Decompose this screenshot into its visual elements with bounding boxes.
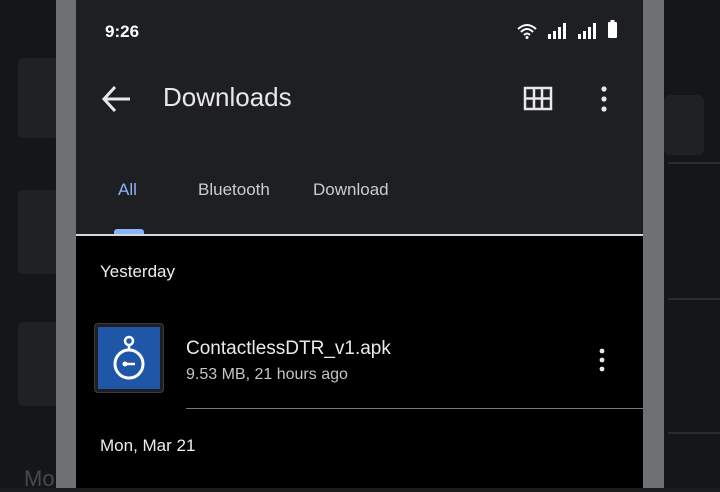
app-thumbnail bbox=[94, 323, 164, 393]
timer-app-icon bbox=[98, 327, 160, 389]
back-button[interactable] bbox=[98, 82, 138, 116]
file-meta: 9.53 MB, 21 hours ago bbox=[186, 366, 348, 383]
background-text: Mo bbox=[24, 466, 55, 491]
phone-bezel-right bbox=[643, 0, 664, 488]
signal-icon bbox=[578, 23, 596, 39]
grid-view-icon bbox=[523, 86, 553, 111]
section-heading-yesterday: Yesterday bbox=[100, 262, 175, 281]
status-icons bbox=[517, 20, 618, 39]
tab-divider bbox=[76, 234, 643, 236]
tab-download[interactable]: Download bbox=[313, 180, 389, 200]
file-name: ContactlessDTR_v1.apk bbox=[186, 338, 391, 359]
battery-icon bbox=[608, 20, 617, 38]
back-arrow-icon bbox=[101, 85, 130, 113]
row-divider bbox=[186, 408, 643, 409]
phone-screen: 9:26 Downloads All Bluetooth Download Ye… bbox=[76, 0, 643, 488]
background-thumbnail bbox=[18, 322, 60, 406]
background-thumbnail bbox=[664, 95, 704, 155]
section-heading-date: Mon, Mar 21 bbox=[100, 436, 196, 455]
background-thumbnail bbox=[18, 190, 60, 274]
status-time: 9:26 bbox=[105, 22, 140, 41]
phone-bezel-left bbox=[56, 0, 76, 488]
grid-view-button[interactable] bbox=[522, 84, 556, 114]
background-divider bbox=[668, 432, 720, 434]
signal-icon bbox=[548, 23, 566, 39]
more-vert-icon bbox=[601, 86, 607, 112]
tab-bluetooth[interactable]: Bluetooth bbox=[198, 180, 270, 200]
background-divider bbox=[668, 162, 720, 164]
file-more-button[interactable] bbox=[594, 346, 610, 374]
page-title: Downloads bbox=[163, 82, 292, 112]
background-thumbnail bbox=[18, 58, 60, 138]
app-bar: 9:26 Downloads All Bluetooth Download bbox=[76, 0, 643, 235]
file-row[interactable]: ContactlessDTR_v1.apk 9.53 MB, 21 hours … bbox=[76, 318, 643, 398]
more-vert-icon bbox=[599, 348, 605, 372]
more-options-button[interactable] bbox=[594, 82, 614, 116]
wifi-icon bbox=[517, 24, 537, 39]
tab-all[interactable]: All bbox=[118, 180, 137, 200]
background-divider bbox=[668, 298, 720, 300]
